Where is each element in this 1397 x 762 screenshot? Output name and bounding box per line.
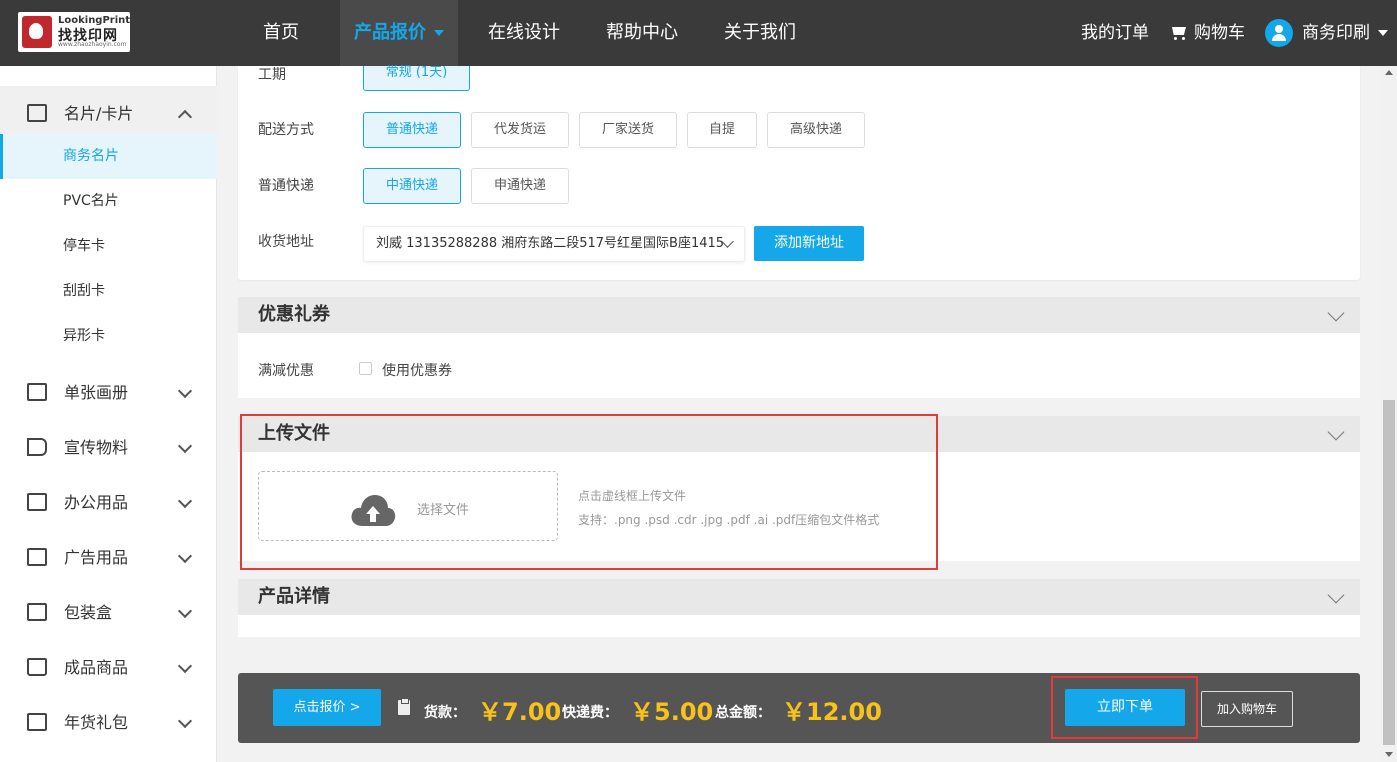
nav-about[interactable]: 关于我们 bbox=[724, 0, 796, 66]
id-card-icon bbox=[27, 104, 47, 122]
delivery-option-normal[interactable]: 普通快递 bbox=[363, 112, 461, 148]
scrollbar-thumb[interactable] bbox=[1383, 400, 1395, 745]
goods-label: 货款： bbox=[424, 705, 466, 721]
product-details-title: 产品详情 bbox=[258, 586, 330, 607]
logo-mark-icon bbox=[22, 16, 52, 48]
delivery-label: 配送方式 bbox=[258, 122, 314, 138]
nav-user-menu[interactable]: 商务印刷 bbox=[1302, 0, 1388, 66]
nav-user-label: 商务印刷 bbox=[1302, 23, 1370, 43]
address-value: 刘威 13135288288 湘府东路二段517号红星国际B座1415 bbox=[376, 236, 725, 251]
nav-design[interactable]: 在线设计 bbox=[488, 0, 560, 66]
add-address-button[interactable]: 添加新地址 bbox=[754, 226, 864, 261]
nav-products-label: 产品报价 bbox=[354, 22, 426, 43]
add-to-cart-button[interactable]: 加入购物车 bbox=[1201, 691, 1293, 727]
box-icon bbox=[27, 603, 47, 621]
sidebar-category-label: 成品商品 bbox=[64, 658, 129, 677]
chevron-down-icon bbox=[177, 383, 193, 399]
delivery-option-factory[interactable]: 厂家送货 bbox=[579, 112, 677, 148]
coupon-panel-header[interactable]: 优惠礼券 bbox=[238, 297, 1360, 333]
use-coupon-checkbox[interactable] bbox=[359, 362, 372, 375]
top-nav: LookingPrint 找找印网 www.zhaozhaoyin.com 首页… bbox=[0, 0, 1397, 66]
nav-my-orders[interactable]: 我的订单 bbox=[1081, 0, 1149, 66]
sidebar-category-label: 包装盒 bbox=[64, 603, 113, 622]
express-label: 普通快递 bbox=[258, 178, 314, 194]
goods-value: ￥7.00 bbox=[478, 698, 562, 726]
delivery-option-freight[interactable]: 代发货运 bbox=[471, 112, 569, 148]
nav-home[interactable]: 首页 bbox=[263, 0, 299, 66]
user-avatar-icon[interactable] bbox=[1265, 19, 1293, 47]
chevron-down-icon bbox=[434, 30, 444, 36]
address-select[interactable]: 刘威 13135288288 湘府东路二段517号红星国际B座1415 bbox=[363, 226, 745, 262]
upload-highlight-frame bbox=[240, 414, 938, 570]
coupon-title: 优惠礼券 bbox=[258, 304, 330, 325]
sidebar-category-cards[interactable]: 名片/卡片 bbox=[0, 86, 217, 141]
shipping-label: 快递费： bbox=[562, 705, 618, 721]
sidebar-item-business-card[interactable]: 商务名片 bbox=[0, 134, 217, 179]
sidebar-item-pvc-card[interactable]: PVC名片 bbox=[0, 179, 217, 224]
nav-products[interactable]: 产品报价 bbox=[340, 0, 458, 66]
product-details-panel: 产品详情 bbox=[238, 579, 1360, 637]
sidebar-category-products[interactable]: 成品商品 bbox=[0, 640, 217, 695]
order-highlight-frame bbox=[1051, 676, 1198, 739]
chevron-down-icon bbox=[177, 713, 193, 729]
shipping-value: ￥5.00 bbox=[630, 698, 714, 726]
delivery-option-pickup[interactable]: 自提 bbox=[687, 112, 757, 148]
period-label: 工期 bbox=[258, 67, 286, 83]
bag-icon bbox=[27, 658, 47, 676]
chevron-up-icon bbox=[177, 109, 193, 125]
chevron-down-icon bbox=[177, 438, 193, 454]
sidebar-category-brochure[interactable]: 单张画册 bbox=[0, 365, 217, 420]
chevron-down-icon bbox=[177, 603, 193, 619]
chevron-down-icon bbox=[1378, 30, 1388, 36]
express-option-sto[interactable]: 申通快递 bbox=[471, 168, 569, 204]
sidebar-category-label: 单张画册 bbox=[64, 383, 129, 402]
product-details-header[interactable]: 产品详情 bbox=[238, 579, 1360, 615]
chevron-down-icon bbox=[1327, 586, 1345, 604]
express-option-zto[interactable]: 中通快递 bbox=[363, 168, 461, 204]
sidebar-category-office[interactable]: 办公用品 bbox=[0, 475, 217, 530]
chevron-down-icon bbox=[1327, 304, 1345, 322]
site-logo[interactable]: LookingPrint 找找印网 www.zhaozhaoyin.com bbox=[18, 12, 130, 52]
use-coupon-label[interactable]: 使用优惠券 bbox=[382, 360, 452, 380]
get-quote-button[interactable]: 点击报价 > bbox=[273, 689, 381, 726]
discount-label: 满减优惠 bbox=[258, 363, 314, 379]
gift-icon bbox=[27, 713, 47, 731]
address-label: 收货地址 bbox=[258, 234, 314, 250]
period-option-standard[interactable]: 常规 (1天) bbox=[363, 66, 470, 91]
sidebar-item-scratch-card[interactable]: 刮刮卡 bbox=[0, 269, 217, 314]
sidebar-category-label: 名片/卡片 bbox=[64, 104, 134, 123]
sidebar-category-packaging[interactable]: 包装盒 bbox=[0, 585, 217, 640]
document-icon bbox=[27, 383, 47, 401]
sidebar-category-gifts[interactable]: 年货礼包 bbox=[0, 695, 217, 750]
scroll-down-arrow-icon[interactable] bbox=[1385, 752, 1393, 757]
total-value: ￥12.00 bbox=[782, 698, 882, 726]
scroll-up-arrow-icon[interactable] bbox=[1385, 70, 1393, 75]
chevron-down-icon bbox=[1327, 423, 1345, 441]
sidebar-category-label: 办公用品 bbox=[64, 493, 129, 512]
sidebar-item-shaped-card[interactable]: 异形卡 bbox=[0, 314, 217, 359]
nav-cart[interactable]: 购物车 bbox=[1170, 0, 1245, 66]
billboard-icon bbox=[27, 548, 47, 566]
notebook-icon bbox=[27, 493, 47, 511]
chevron-down-icon bbox=[177, 493, 193, 509]
coupon-panel: 优惠礼券 bbox=[238, 297, 1360, 398]
megaphone-icon bbox=[27, 438, 47, 456]
nav-cart-label: 购物车 bbox=[1194, 23, 1245, 43]
sidebar-item-parking-card[interactable]: 停车卡 bbox=[0, 224, 217, 269]
delivery-option-premium[interactable]: 高级快递 bbox=[767, 112, 865, 148]
sidebar-category-label: 宣传物料 bbox=[64, 438, 129, 457]
sidebar-category-label: 年货礼包 bbox=[64, 713, 129, 732]
total-label: 总金额： bbox=[715, 705, 771, 721]
cart-icon bbox=[1170, 26, 1188, 40]
sidebar-category-promo[interactable]: 宣传物料 bbox=[0, 420, 217, 475]
sidebar-category-ads[interactable]: 广告用品 bbox=[0, 530, 217, 585]
clipboard-icon bbox=[398, 698, 410, 715]
sidebar-category-label: 广告用品 bbox=[64, 548, 129, 567]
chevron-down-icon bbox=[177, 548, 193, 564]
logo-line3: www.zhaozhaoyin.com bbox=[58, 41, 127, 48]
chevron-down-icon bbox=[177, 658, 193, 674]
nav-help[interactable]: 帮助中心 bbox=[606, 0, 678, 66]
